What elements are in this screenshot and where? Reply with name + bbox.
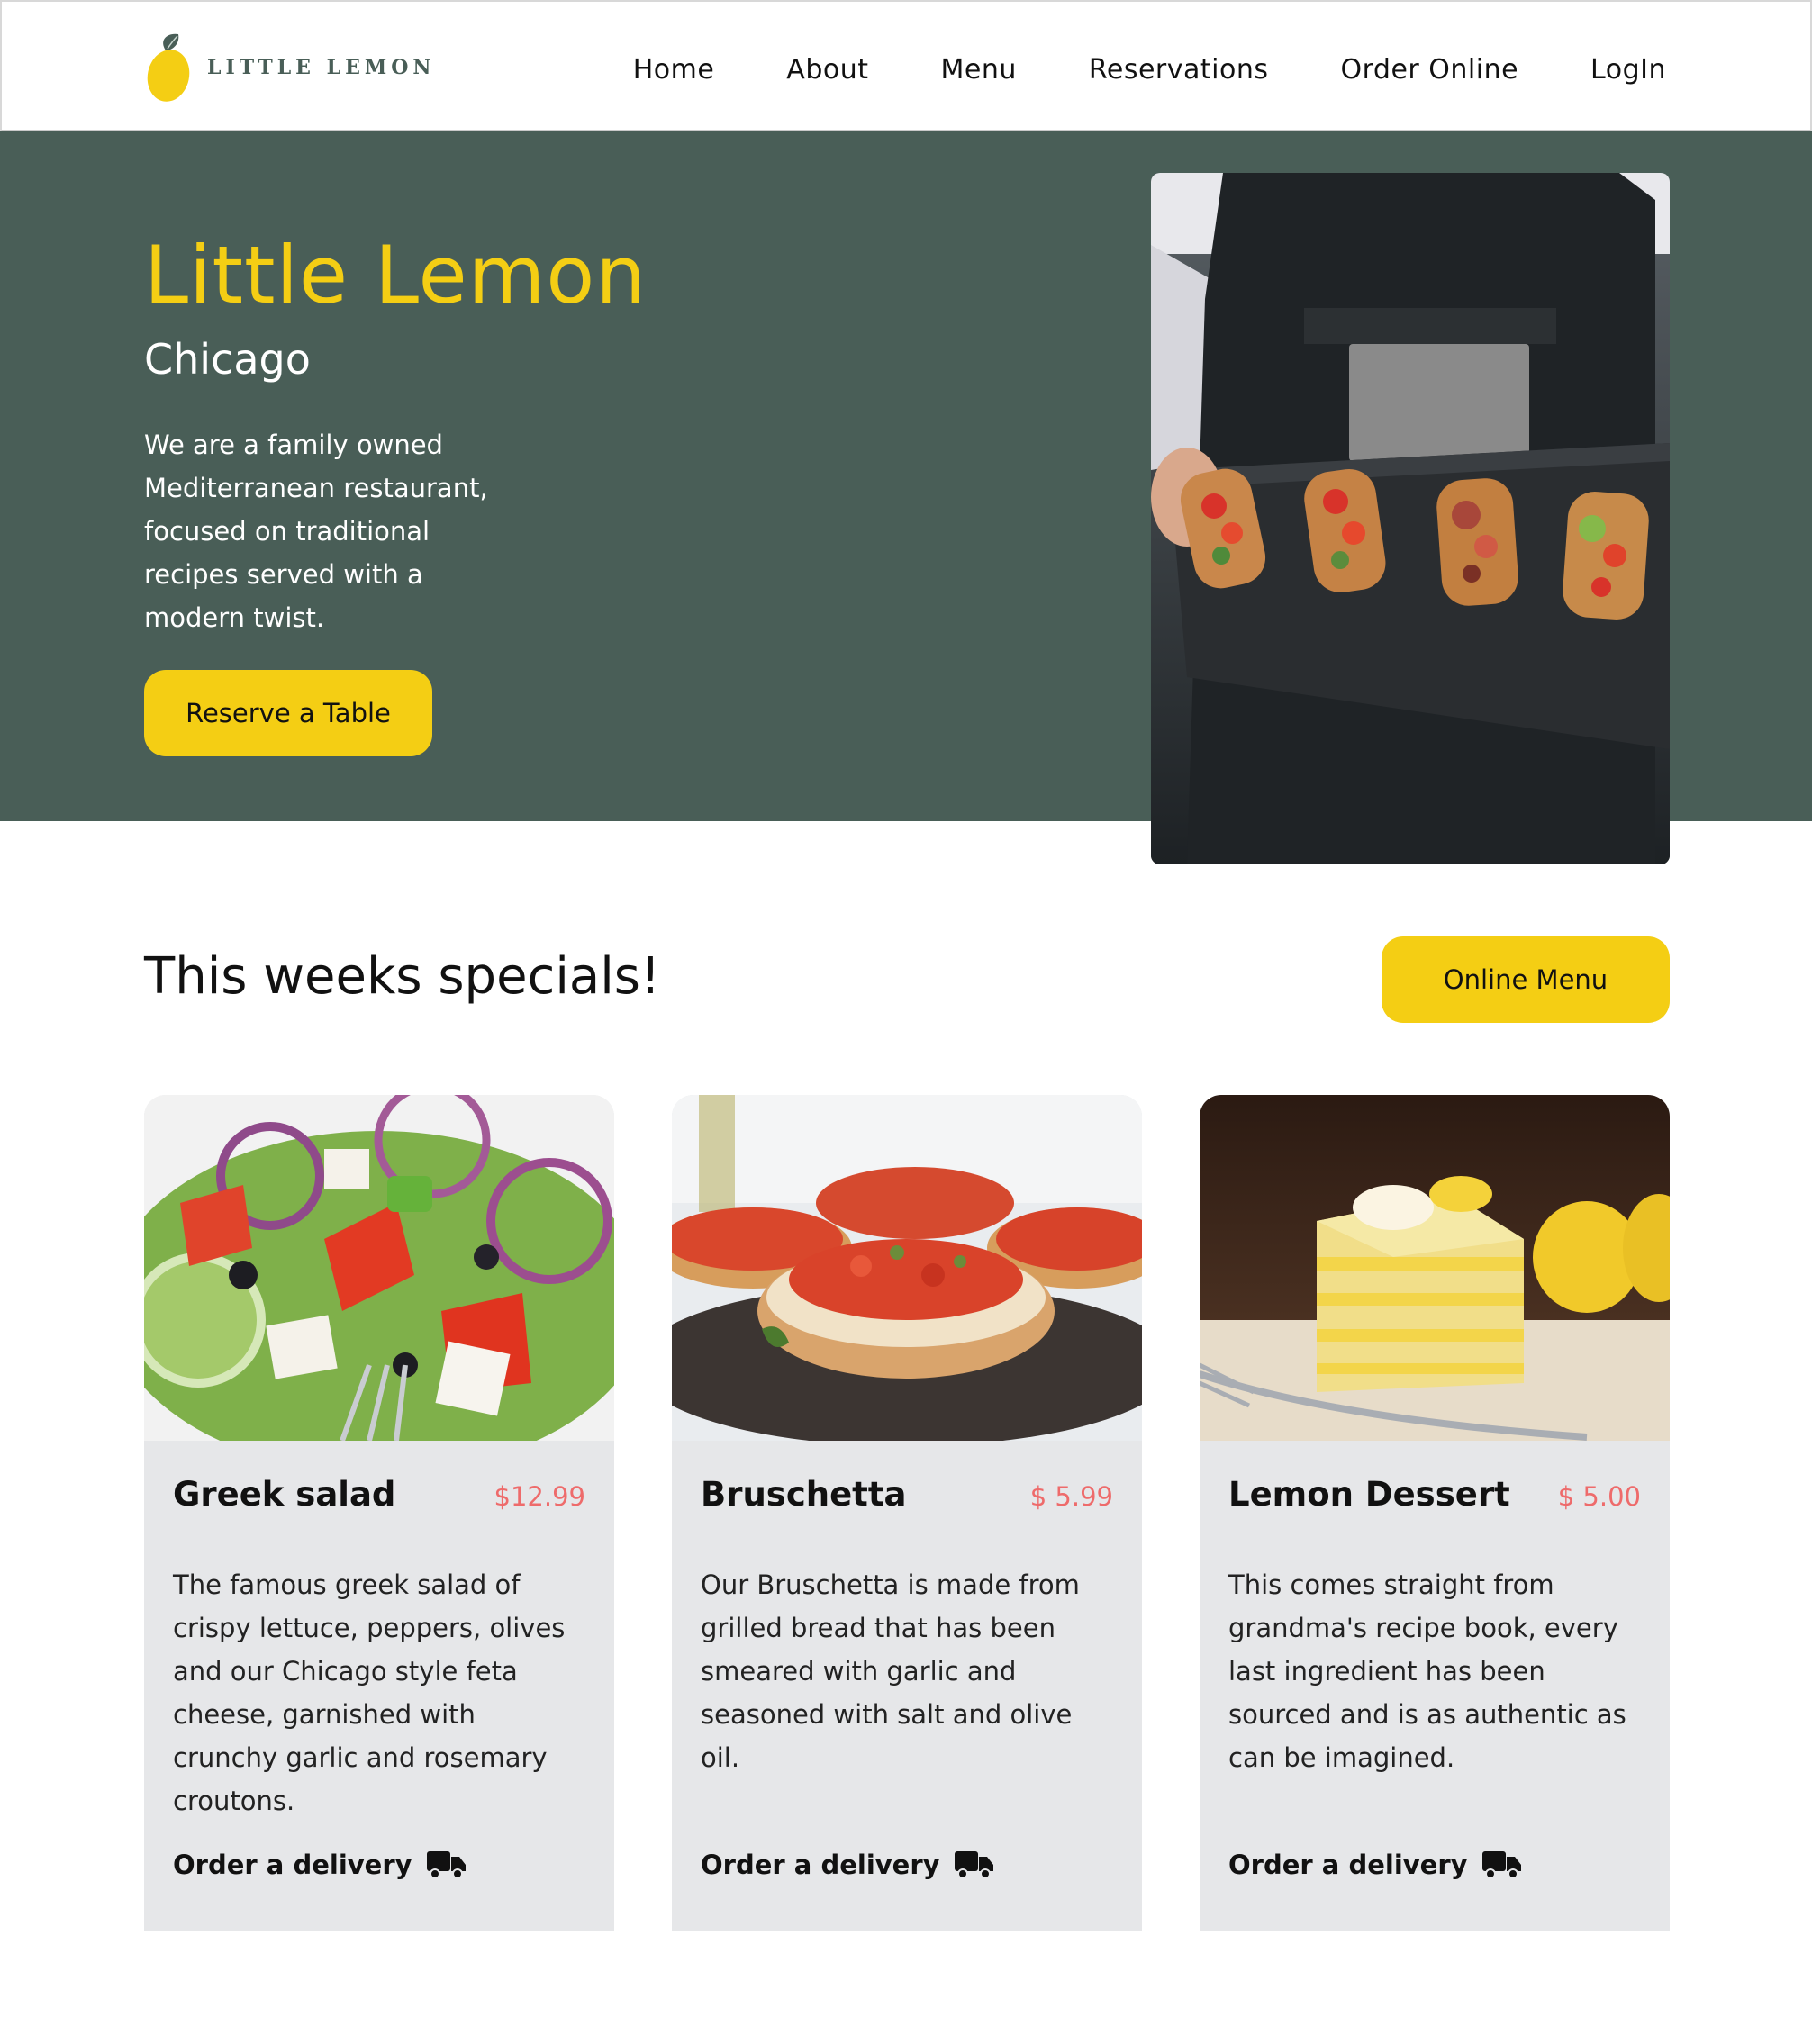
lemon-dessert-image xyxy=(1200,1095,1670,1441)
card-price: $ 5.99 xyxy=(1029,1481,1113,1512)
order-delivery-link[interactable]: Order a delivery xyxy=(1228,1850,1522,1880)
greek-salad-photo xyxy=(144,1095,614,1441)
nav-home-link[interactable]: Home xyxy=(633,54,715,86)
hero-description: We are a family owned Mediterranean rest… xyxy=(144,430,488,633)
card-price: $ 5.00 xyxy=(1557,1481,1641,1512)
hero-subtitle: Chicago xyxy=(144,335,311,384)
hero-image xyxy=(1151,173,1670,864)
card-header: Bruschetta $ 5.99 xyxy=(701,1475,1113,1514)
card-title: Greek salad xyxy=(173,1475,396,1514)
delivery-truck-icon xyxy=(1481,1851,1521,1879)
card-header: Lemon Dessert $ 5.00 xyxy=(1228,1475,1641,1514)
order-delivery-link[interactable]: Order a delivery xyxy=(701,1850,994,1880)
lemon-dessert-photo xyxy=(1200,1095,1670,1441)
card-title: Lemon Dessert xyxy=(1228,1475,1510,1514)
nav-reservations-link[interactable]: Reservations xyxy=(1089,54,1269,86)
order-delivery-link[interactable]: Order a delivery xyxy=(173,1850,467,1880)
chef-serving-photo xyxy=(1151,173,1670,864)
delivery-truck-icon xyxy=(426,1851,466,1879)
top-navigation: LITTLE LEMON Home About Menu Reservation… xyxy=(0,0,1812,131)
bruschetta-photo xyxy=(672,1095,1142,1441)
logo-text: LITTLE LEMON xyxy=(207,56,436,79)
nav-login-link[interactable]: LogIn xyxy=(1590,54,1666,86)
card-header: Greek salad $12.99 xyxy=(173,1475,585,1514)
delivery-truck-icon xyxy=(954,1851,993,1879)
lemon-logo-icon xyxy=(147,33,190,102)
order-delivery-label: Order a delivery xyxy=(173,1850,412,1880)
order-delivery-label: Order a delivery xyxy=(701,1850,940,1880)
nav-order-online-link[interactable]: Order Online xyxy=(1340,54,1518,86)
specials-title: This weeks specials! xyxy=(144,947,661,1006)
logo[interactable]: LITTLE LEMON xyxy=(146,31,435,104)
online-menu-button[interactable]: Online Menu xyxy=(1382,936,1670,1023)
bruschetta-image xyxy=(672,1095,1142,1441)
card-description: Our Bruschetta is made from grilled brea… xyxy=(701,1569,1080,1773)
special-card-lemon-dessert: Lemon Dessert $ 5.00 This comes straight… xyxy=(1200,1095,1670,1931)
card-price: $12.99 xyxy=(494,1481,585,1512)
hero-title: Little Lemon xyxy=(144,229,648,321)
nav-menu-link[interactable]: Menu xyxy=(941,54,1017,86)
reserve-table-button[interactable]: Reserve a Table xyxy=(144,670,432,756)
nav-links: Home About Menu Reservations Order Onlin… xyxy=(633,54,1666,86)
card-description: The famous greek salad of crispy lettuce… xyxy=(173,1569,566,1816)
special-card-greek-salad: Greek salad $12.99 The famous greek sala… xyxy=(144,1095,614,1931)
card-title: Bruschetta xyxy=(701,1475,907,1514)
order-delivery-label: Order a delivery xyxy=(1228,1850,1468,1880)
nav-about-link[interactable]: About xyxy=(786,54,868,86)
special-card-bruschetta: Bruschetta $ 5.99 Our Bruschetta is made… xyxy=(672,1095,1142,1931)
greek-salad-image xyxy=(144,1095,614,1441)
card-description: This comes straight from grandma's recip… xyxy=(1228,1569,1626,1773)
